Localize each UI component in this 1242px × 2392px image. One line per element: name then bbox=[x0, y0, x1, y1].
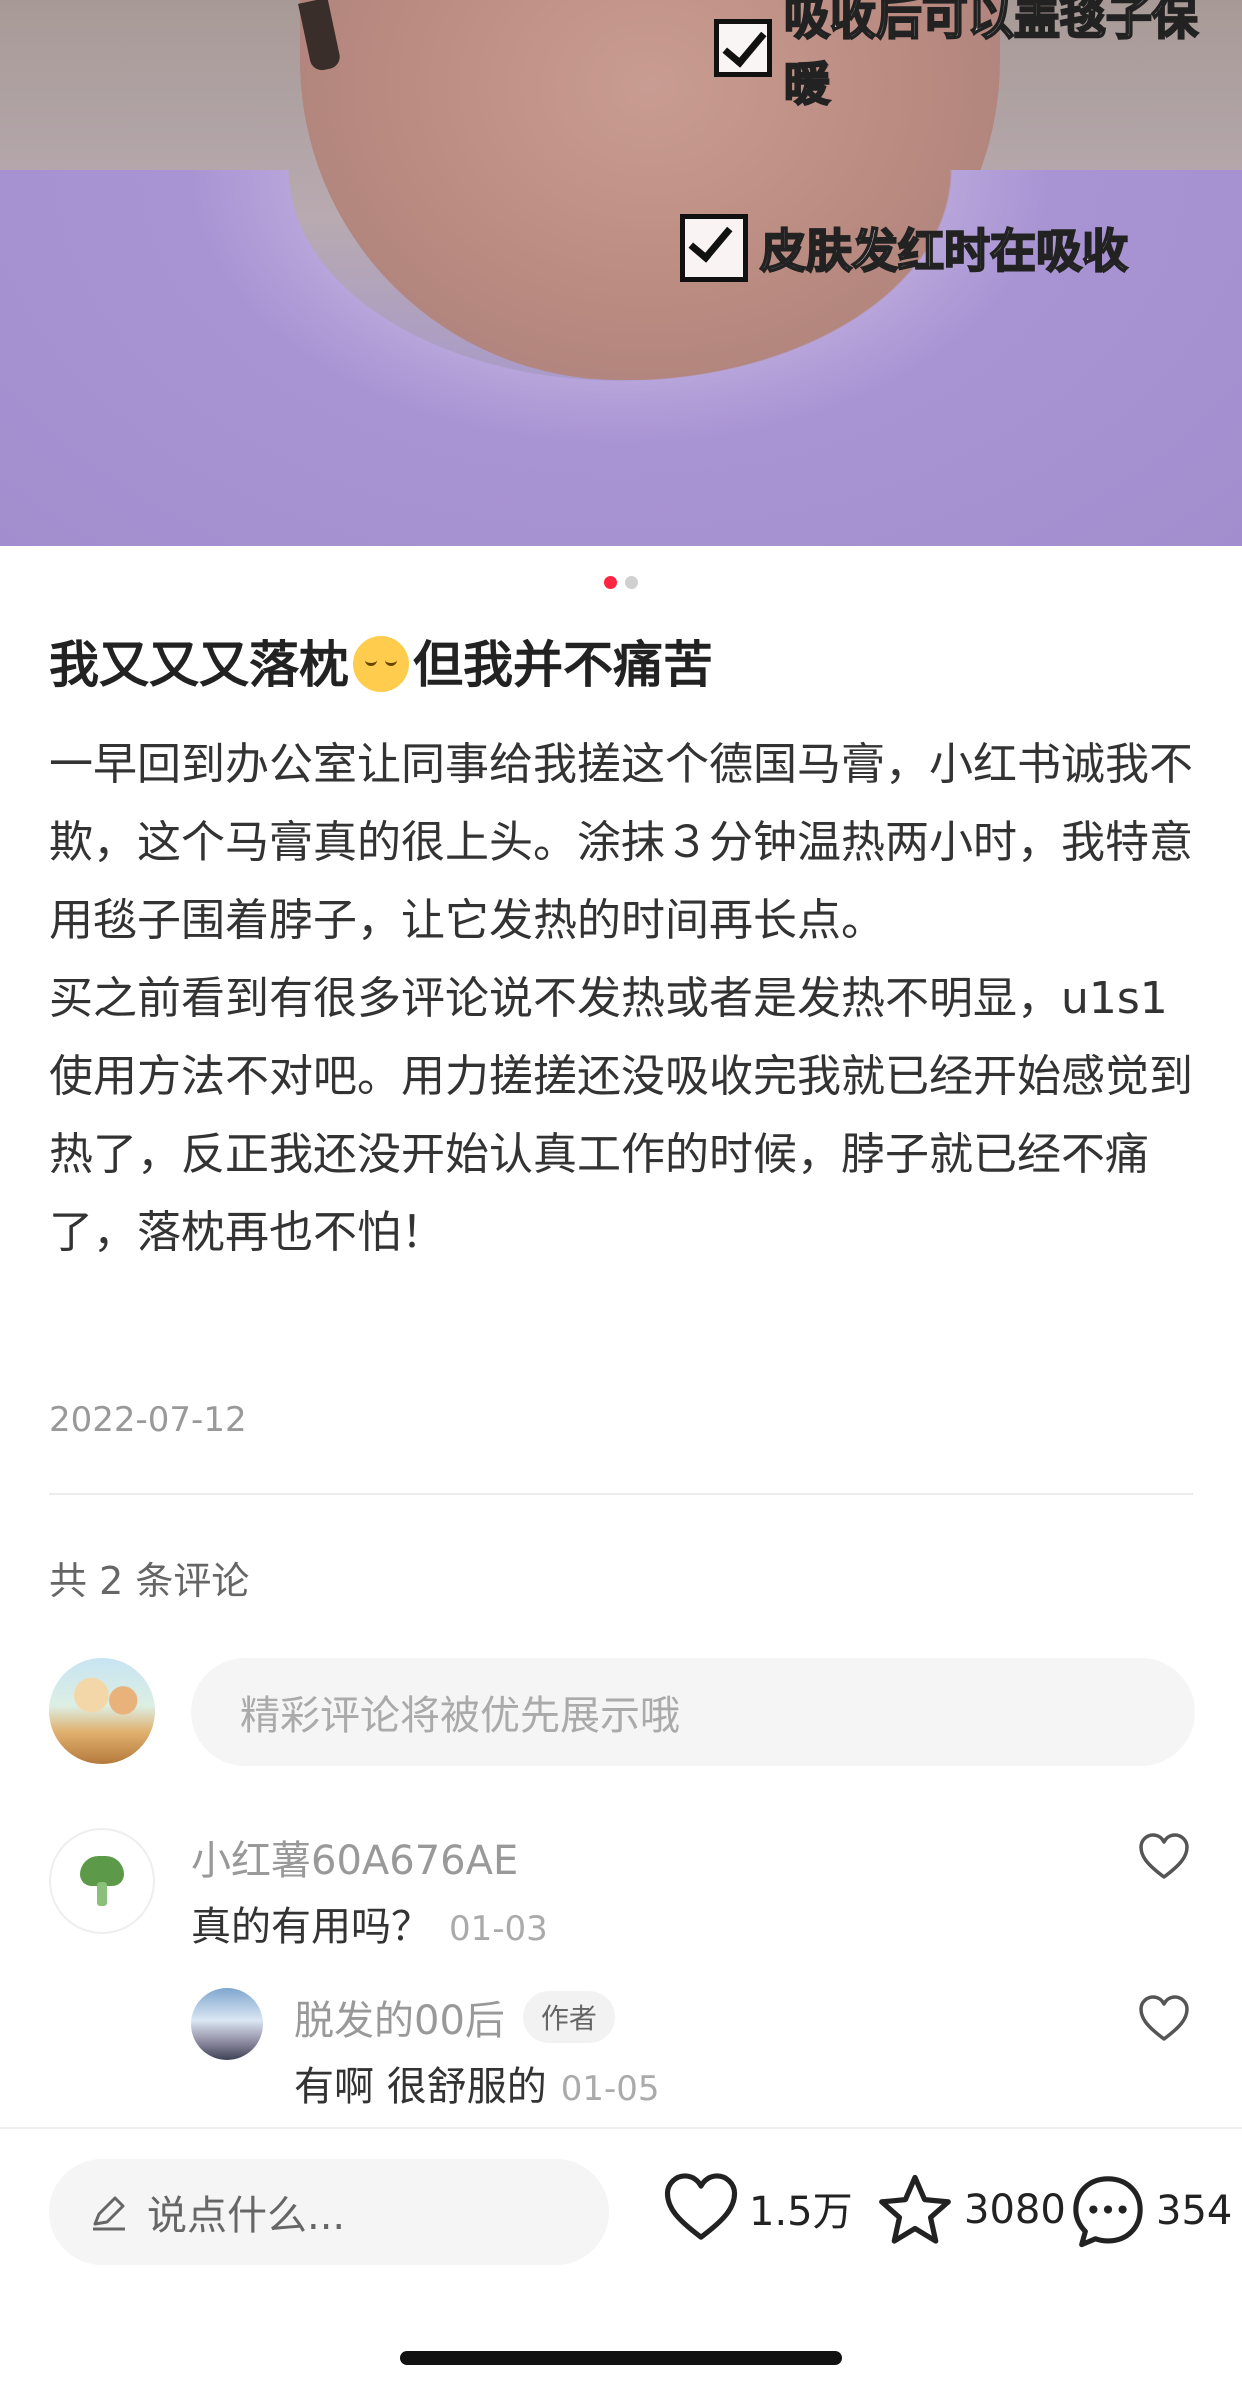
collect-count: 3080 bbox=[964, 2187, 1066, 2233]
author-badge: 作者 bbox=[522, 1991, 615, 2043]
comment-button[interactable]: 354 bbox=[1070, 2173, 1232, 2249]
carousel-indicator bbox=[0, 576, 1242, 589]
post-paragraph: 买之前看到有很多评论说不发热或者是发热不明显，u1s1使用方法不对吧。用力搓搓还… bbox=[49, 973, 1193, 1258]
say-placeholder: 说点什么... bbox=[147, 2193, 346, 2239]
like-count: 1.5万 bbox=[749, 2189, 853, 2235]
reply-content[interactable]: 有啊 很舒服的 01-05 bbox=[294, 2054, 660, 2112]
comment-time: 01-03 bbox=[449, 1909, 548, 1949]
star-icon bbox=[879, 2174, 951, 2244]
comment-author-name[interactable]: 小红薯60A676AE bbox=[191, 1828, 518, 1886]
current-user-avatar[interactable] bbox=[49, 1658, 155, 1764]
overlay-caption-bottom: 皮肤发红时在吸收 bbox=[680, 214, 1129, 282]
avatar[interactable] bbox=[191, 1988, 263, 2060]
post-title: 我又又又落枕 但我并不痛苦 bbox=[49, 625, 713, 697]
carousel-dot[interactable] bbox=[625, 576, 638, 589]
relieved-face-emoji-icon bbox=[353, 636, 409, 692]
reply-time: 01-05 bbox=[560, 2069, 660, 2109]
comment-count-bottom: 354 bbox=[1156, 2188, 1233, 2234]
avatar[interactable] bbox=[49, 1828, 155, 1934]
like-button[interactable]: 1.5万 bbox=[663, 2173, 853, 2243]
home-indicator[interactable] bbox=[400, 2351, 842, 2365]
reply-author[interactable]: 脱发的00后 作者 bbox=[294, 1988, 615, 2046]
checkbox-icon bbox=[714, 19, 772, 77]
checkbox-icon bbox=[680, 214, 748, 282]
comment-input-placeholder: 精彩评论将被优先展示哦 bbox=[240, 1693, 680, 1739]
post-image-carousel[interactable]: 吸收后可以盖毯子保暖 皮肤发红时在吸收 bbox=[0, 0, 1242, 546]
comment-count: 共 2 条评论 bbox=[49, 1559, 250, 1603]
carousel-dot-active[interactable] bbox=[604, 576, 617, 589]
collect-button[interactable]: 3080 bbox=[876, 2173, 1066, 2247]
post-paragraph: 一早回到办公室让同事给我搓这个德国马膏，小红书诚我不欺，这个马膏真的很上头。涂抹… bbox=[49, 739, 1193, 946]
overlay-text-top: 吸收后可以盖毯子保暖 bbox=[783, 0, 1199, 112]
broccoli-icon bbox=[80, 1856, 124, 1906]
post-date: 2022-07-12 bbox=[49, 1400, 247, 1440]
comment-content[interactable]: 真的有用吗？ 01-03 bbox=[191, 1894, 548, 1952]
post-body: 一早回到办公室让同事给我搓这个德国马膏，小红书诚我不欺，这个马膏真的很上头。涂抹… bbox=[49, 726, 1199, 1272]
divider bbox=[49, 1493, 1193, 1495]
overlay-text-bottom: 皮肤发红时在吸收 bbox=[759, 223, 1129, 279]
comment-text: 真的有用吗？ bbox=[191, 1904, 431, 1950]
reply-like-icon[interactable] bbox=[1138, 1995, 1190, 2043]
reply-author-name: 脱发的00后 bbox=[294, 1998, 505, 2044]
title-text-start: 我又又又落枕 bbox=[49, 636, 349, 694]
title-text-end: 但我并不痛苦 bbox=[413, 636, 713, 694]
pencil-icon bbox=[93, 2196, 125, 2231]
reply-text: 有啊 很舒服的 bbox=[294, 2064, 547, 2110]
overlay-caption-top: 吸收后可以盖毯子保暖 bbox=[714, 0, 1242, 114]
heart-icon bbox=[664, 2173, 738, 2240]
comment-input[interactable]: 精彩评论将被优先展示哦 bbox=[191, 1658, 1195, 1766]
chat-bubble-icon bbox=[1073, 2176, 1143, 2248]
say-something-input[interactable]: 说点什么... bbox=[49, 2159, 609, 2265]
comment-like-icon[interactable] bbox=[1138, 1833, 1190, 1881]
